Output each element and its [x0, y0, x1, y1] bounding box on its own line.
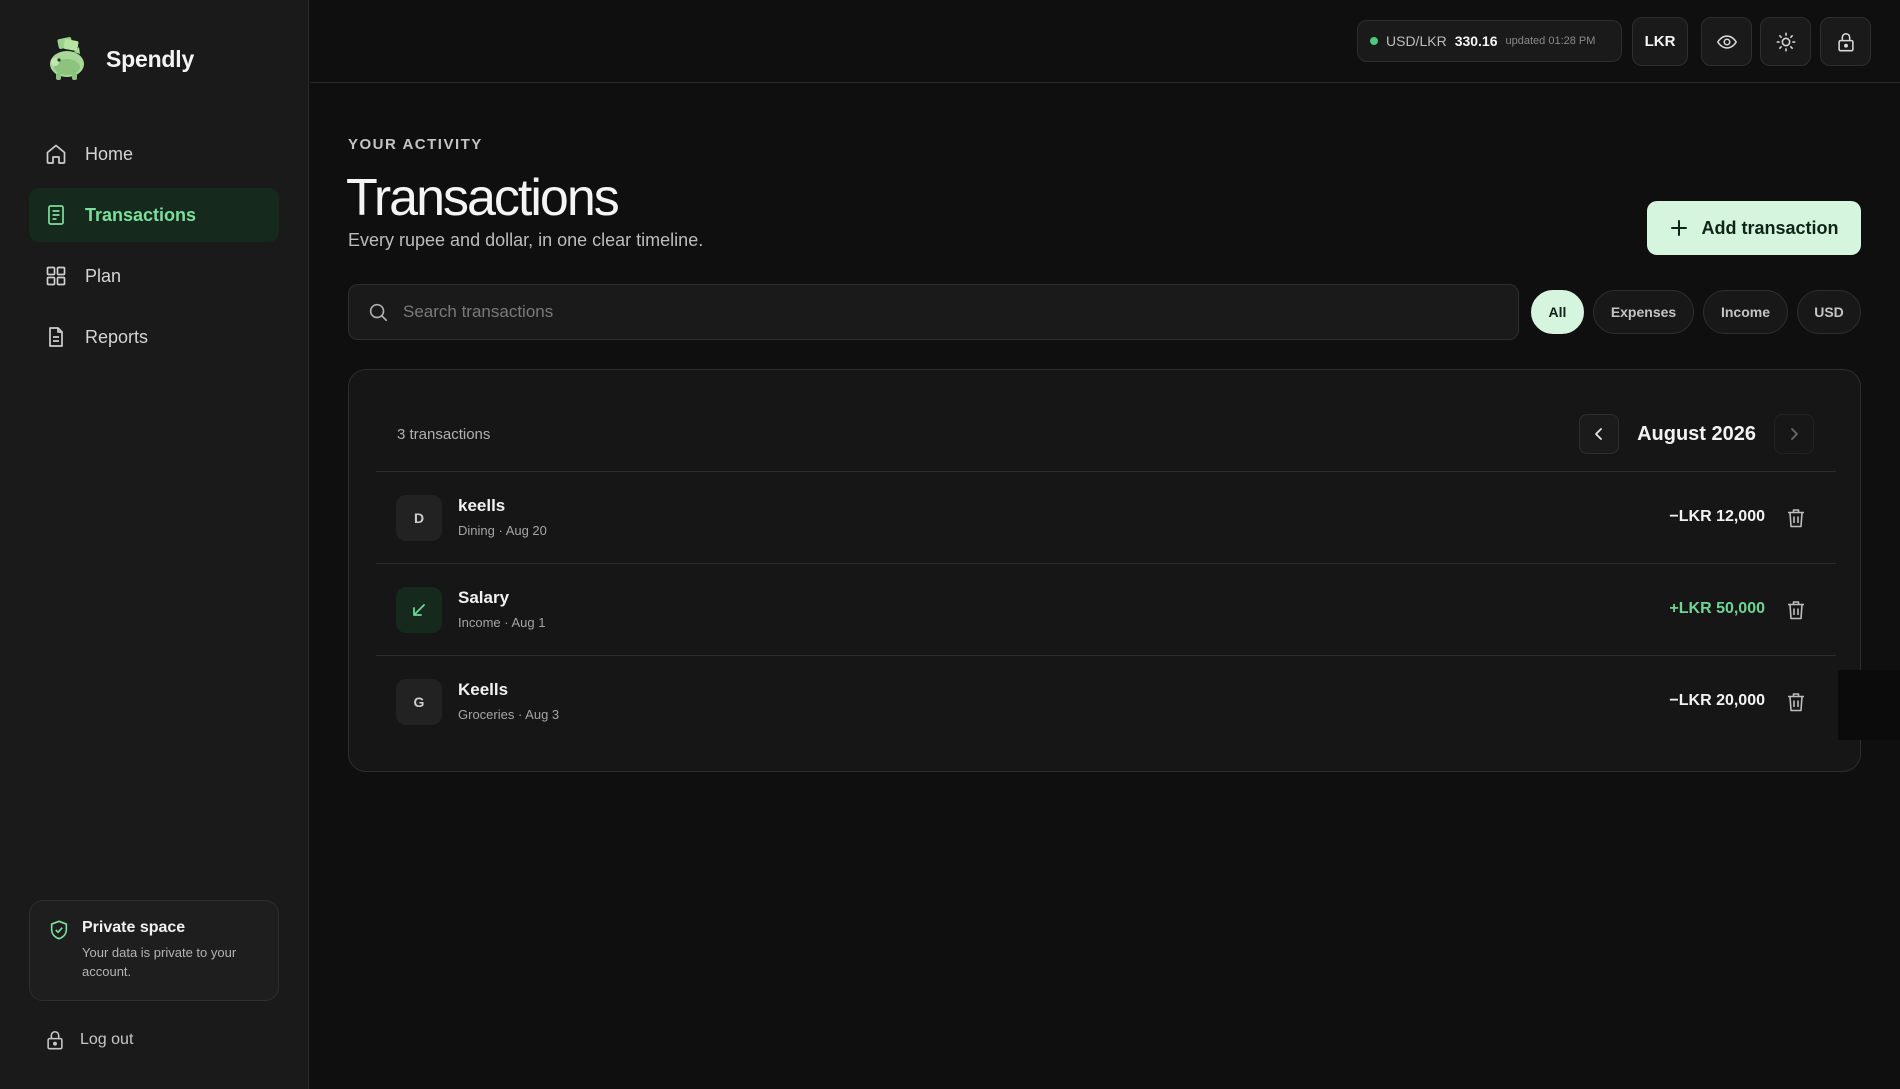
previous-month-button[interactable] [1579, 414, 1620, 454]
lock-icon [47, 1030, 63, 1050]
page-title: Transactions [346, 169, 620, 227]
currency-label: LKR [1644, 33, 1676, 50]
logout-label: Log out [80, 1031, 134, 1048]
current-month: August 2026 [1637, 422, 1756, 445]
exchange-rate-pill: USD/LKR 330.16 updated 01:28 PM [1357, 20, 1622, 62]
chevron-right-icon [1791, 428, 1798, 440]
theme-toggle-button[interactable] [1760, 17, 1811, 66]
transaction-list: D keells Dining · Aug 20 −LKR 12,000 Sal… [376, 471, 1836, 747]
eye-icon [1716, 34, 1737, 49]
rate-pair: USD/LKR [1386, 33, 1447, 49]
category-avatar: D [396, 495, 442, 541]
row-hover-overlay [1838, 670, 1900, 740]
topbar: USD/LKR 330.16 updated 01:28 PM LKR [310, 0, 1900, 83]
live-status-dot [1370, 37, 1378, 45]
transaction-row[interactable]: D keells Dining · Aug 20 −LKR 12,000 [376, 471, 1836, 563]
brand-name: Spendly [106, 45, 195, 72]
trash-icon[interactable] [1784, 506, 1808, 530]
rate-updated: updated 01:28 PM [1505, 35, 1596, 47]
filter-income[interactable]: Income [1703, 290, 1788, 334]
rate-value: 330.16 [1454, 33, 1498, 49]
search-icon [369, 303, 388, 322]
transaction-amount: −LKR 20,000 [1669, 692, 1765, 709]
app-root: Spendly Home Transactions Plan Reports P… [0, 0, 1900, 1089]
private-space-title: Private space [82, 919, 186, 936]
private-space-card: Private space Your data is private to yo… [29, 900, 279, 1001]
report-icon [49, 327, 63, 347]
filter-all[interactable]: All [1531, 290, 1584, 334]
piggy-bank-logo-icon [50, 37, 84, 80]
grid-icon [46, 266, 66, 286]
category-avatar: G [396, 679, 442, 725]
search-input[interactable] [403, 302, 1518, 322]
transaction-name: keells [458, 496, 506, 515]
sidebar-item-home[interactable]: Home [29, 127, 279, 181]
sun-icon [1776, 32, 1795, 51]
sidebar-item-transactions[interactable]: Transactions [29, 188, 279, 242]
transaction-amount: +LKR 50,000 [1669, 600, 1765, 617]
transaction-amount: −LKR 12,000 [1669, 508, 1765, 525]
transaction-count: 3 transactions [397, 426, 491, 443]
lock-icon [1837, 32, 1854, 51]
transaction-row[interactable]: Salary Income · Aug 1 +LKR 50,000 [376, 563, 1836, 655]
add-transaction-button[interactable]: Add transaction [1647, 201, 1861, 255]
sidebar-item-plan[interactable]: Plan [29, 249, 279, 303]
transaction-meta: Groceries · Aug 3 [458, 707, 560, 722]
shield-check-icon [50, 920, 68, 940]
sidebar-item-label: Reports [85, 326, 149, 347]
page-subtitle: Every rupee and dollar, in one clear tim… [348, 230, 704, 250]
transaction-meta: Income · Aug 1 [458, 615, 546, 630]
filter-usd[interactable]: USD [1797, 290, 1861, 334]
brand[interactable]: Spendly [44, 36, 194, 82]
chevron-left-icon [1595, 428, 1602, 440]
next-month-button[interactable] [1774, 414, 1814, 454]
sidebar-item-label: Plan [85, 265, 122, 286]
currency-toggle-button[interactable]: LKR [1632, 17, 1688, 66]
lock-button[interactable] [1820, 17, 1871, 66]
sidebar-item-reports[interactable]: Reports [29, 310, 279, 364]
page-eyebrow: YOUR ACTIVITY [348, 136, 483, 153]
income-avatar [396, 587, 442, 633]
sidebar: Spendly Home Transactions Plan Reports P… [0, 0, 309, 1089]
transaction-meta: Dining · Aug 20 [458, 523, 547, 538]
sidebar-nav: Home Transactions Plan Reports [29, 127, 279, 371]
receipt-icon [48, 205, 64, 225]
trash-icon[interactable] [1784, 598, 1808, 622]
home-icon [46, 144, 66, 164]
transaction-name: Keells [458, 680, 509, 699]
transaction-name: Salary [458, 588, 510, 607]
visibility-toggle-button[interactable] [1701, 17, 1752, 66]
private-space-text: Your data is private to your account. [82, 945, 237, 979]
sidebar-item-label: Transactions [85, 204, 197, 225]
transactions-card: 3 transactions August 2026 D keells Dini… [348, 369, 1861, 772]
plus-icon [1671, 220, 1688, 236]
trash-icon[interactable] [1784, 690, 1808, 714]
sidebar-item-label: Home [85, 143, 134, 164]
search-bar [348, 284, 1519, 340]
filter-expenses[interactable]: Expenses [1593, 290, 1694, 334]
add-transaction-label: Add transaction [1701, 217, 1839, 238]
transaction-row[interactable]: G Keells Groceries · Aug 3 −LKR 20,000 [376, 655, 1836, 747]
month-navigator: August 2026 [1579, 414, 1814, 454]
arrow-down-left-icon [413, 604, 425, 616]
logout-button[interactable]: Log out [44, 1029, 133, 1051]
